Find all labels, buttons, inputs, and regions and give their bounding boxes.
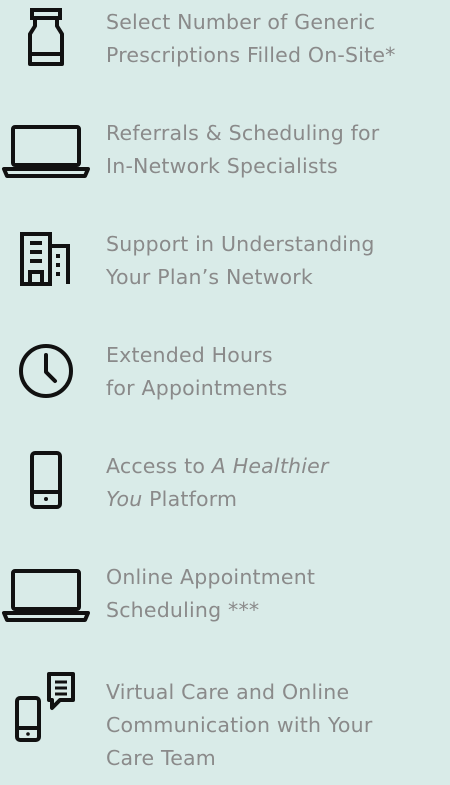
feature-line-2: for Appointments (106, 376, 288, 400)
feature-line-1: Access to A Healthier (106, 450, 329, 483)
feature-line-3: Care Team (106, 746, 216, 770)
feature-line-1: Support in Understanding (106, 232, 375, 256)
feature-text: Select Number of Generic Prescriptions F… (106, 6, 396, 72)
feature-line-1: Referrals & Scheduling for (106, 121, 380, 145)
feature-line-2: Communication with Your (106, 713, 373, 737)
feature-line-2-suffix: Platform (142, 487, 238, 511)
feature-text: Virtual Care and Online Communication wi… (106, 676, 372, 775)
feature-text: Access to A Healthier You Platform (106, 450, 329, 516)
feature-line-2: Scheduling *** (106, 598, 260, 622)
feature-text: Online Appointment Scheduling *** (106, 561, 315, 627)
feature-line-2: In-Network Specialists (106, 154, 338, 178)
feature-text: Referrals & Scheduling for In-Network Sp… (106, 117, 379, 183)
feature-text: Support in Understanding Your Plan’s Net… (106, 228, 375, 294)
feature-line-2: You Platform (106, 483, 329, 516)
building-icon (0, 230, 92, 286)
medicine-bottle-icon (0, 8, 92, 68)
feature-line-2-italic: You (106, 487, 143, 511)
clock-icon (0, 341, 92, 401)
laptop-icon (0, 123, 92, 179)
feature-line-1: Online Appointment (106, 565, 316, 589)
feature-line-1-prefix: Access to (106, 454, 212, 478)
feature-text: Extended Hours for Appointments (106, 339, 288, 405)
feature-line-1-italic: A Healthier (211, 454, 329, 478)
feature-line-1: Extended Hours (106, 343, 273, 367)
feature-line-1: Select Number of Generic (106, 10, 376, 34)
feature-line-1: Virtual Care and Online (106, 680, 350, 704)
feature-line-2: Your Plan’s Network (106, 265, 313, 289)
feature-line-2: Prescriptions Filled On-Site* (106, 43, 396, 67)
phone-chat-icon (0, 670, 92, 744)
smartphone-icon (0, 450, 92, 512)
laptop-icon (0, 567, 92, 623)
